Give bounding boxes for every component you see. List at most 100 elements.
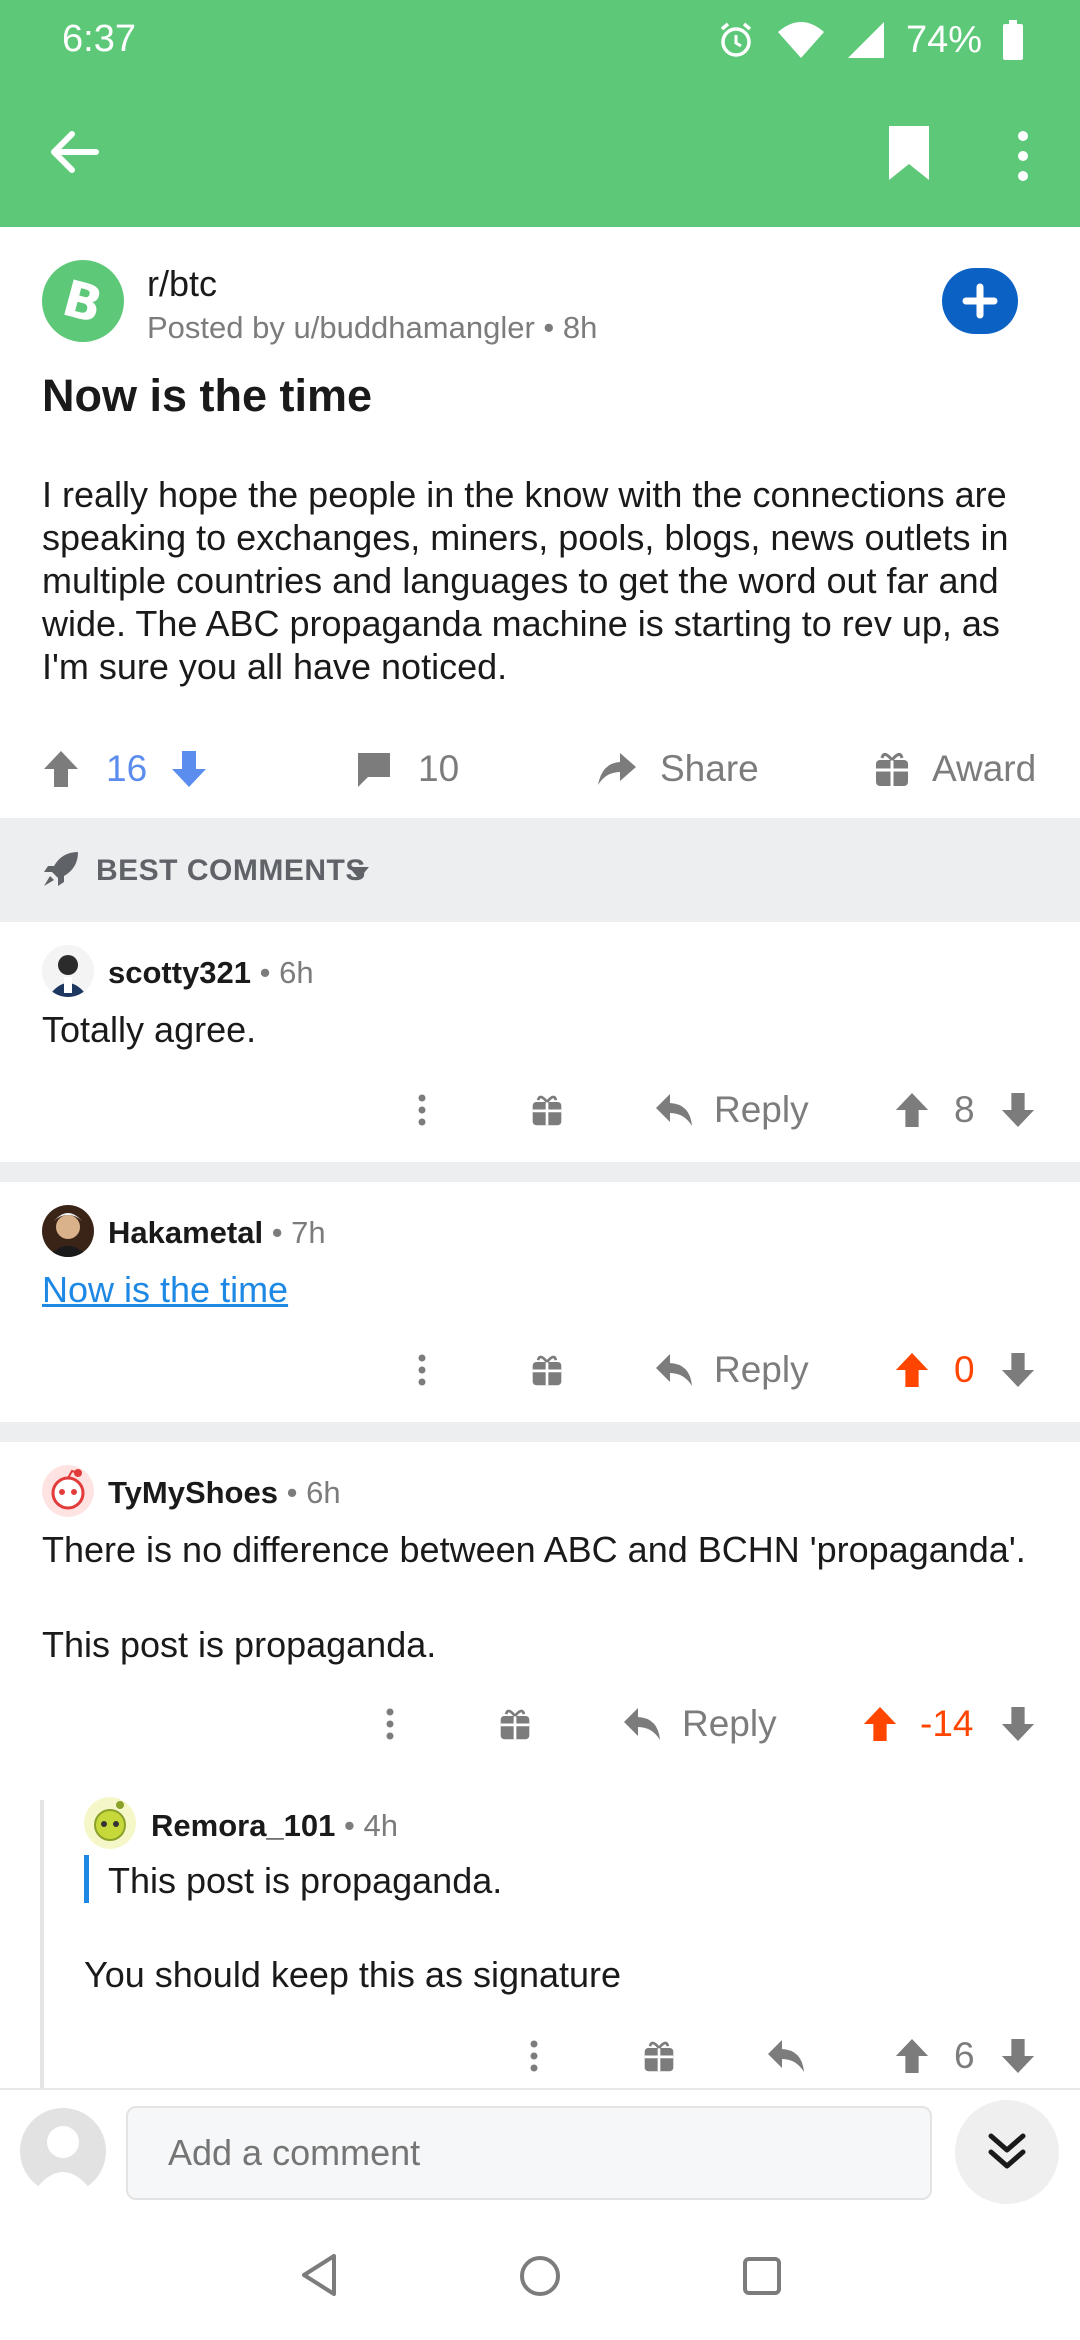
downvote-icon [172,751,206,787]
comment-more-button[interactable] [412,1342,432,1398]
comment-divider [0,1162,1080,1182]
user-avatar-icon [42,945,94,997]
comment-author[interactable]: Remora_101 • 4h [151,1808,398,1844]
reply-button[interactable] [766,2028,806,2084]
upvote-icon [863,1706,897,1742]
nav-recents-icon[interactable] [742,2256,782,2296]
avatar[interactable] [42,1205,94,1257]
comment-more-button[interactable] [524,2028,544,2084]
reply-button[interactable]: Reply [654,1082,809,1138]
svg-text:B: B [58,273,108,329]
comment-author[interactable]: TyMyShoes • 6h [108,1475,341,1511]
comment-award-button[interactable] [530,1082,564,1138]
avatar[interactable] [42,945,94,997]
battery-percent: 74% [905,18,982,61]
current-user-avatar[interactable] [20,2108,106,2194]
join-button[interactable] [942,268,1018,334]
nav-home-icon[interactable] [518,2254,562,2298]
comment-actions: Reply 8 [0,1082,1080,1138]
downvote-button[interactable] [1000,1696,1036,1752]
reply-icon [656,1094,692,1126]
chevron-down-icon [349,867,369,879]
downvote-button[interactable] [1000,2028,1036,2084]
gift-icon [532,1355,562,1386]
upvote-button[interactable] [894,1342,930,1398]
back-button[interactable] [44,122,104,182]
upvote-icon [895,1352,929,1388]
downvote-button[interactable] [1000,1082,1036,1138]
downvote-button[interactable] [1000,1342,1036,1398]
comment-count: 10 [418,748,460,789]
add-comment-input[interactable] [126,2106,932,2200]
more-vertical-icon [530,2040,538,2072]
avatar[interactable] [42,1465,94,1517]
comment-text: This post is propaganda. [42,1624,437,1665]
upvote-icon [44,751,78,787]
comment-icon [358,753,390,787]
bookmark-icon [889,126,929,180]
user-placeholder-icon [32,2126,94,2194]
comment-award-button[interactable] [530,1342,564,1398]
upvote-button[interactable] [894,1082,930,1138]
comment-more-button[interactable] [412,1082,432,1138]
upvote-button[interactable] [862,1696,898,1752]
award-button[interactable]: Award [874,740,1036,798]
upvote-button[interactable] [894,2028,930,2084]
comment-award-button[interactable] [498,1696,532,1752]
reply-button[interactable]: Reply [654,1342,809,1398]
downvote-icon [1001,2038,1035,2074]
reply-label: Reply [714,1349,809,1390]
upvote-icon [895,2038,929,2074]
more-vertical-icon [1018,131,1028,181]
share-button[interactable]: Share [596,740,759,798]
snoo-avatar-icon [42,1465,94,1517]
comment-author[interactable]: Hakametal • 7h [108,1215,326,1251]
comment-score: 8 [954,1089,975,1130]
author-name[interactable]: Hakametal [108,1215,263,1250]
reply-button[interactable]: Reply [622,1696,777,1752]
downvote-icon [1001,1092,1035,1128]
reply-label: Reply [714,1089,809,1130]
signal-icon [847,22,884,58]
comment-text: You should keep this as signature [84,1954,622,1995]
post-actions: 16 10 Share Award [0,740,1080,798]
quote-bar [84,1855,89,1903]
comment-link[interactable]: Now is the time [42,1269,288,1311]
award-label: Award [932,748,1037,789]
comment-award-button[interactable] [642,2028,676,2084]
comment-composer [0,2088,1080,2214]
comment-time: • 7h [271,1215,326,1250]
author-name[interactable]: Remora_101 [151,1808,335,1843]
comment-more-button[interactable] [380,1696,400,1752]
nav-back-icon[interactable] [298,2252,340,2298]
author-name[interactable]: TyMyShoes [108,1475,278,1510]
comment-actions: Reply -14 [0,1696,1080,1752]
downvote-button[interactable] [170,740,208,798]
wifi-icon [777,22,824,58]
share-icon [598,753,636,785]
more-vertical-icon [418,1354,426,1386]
app-header: 6:37 74% [0,0,1080,227]
upvote-button[interactable] [42,740,80,798]
more-options-button[interactable] [1008,126,1038,186]
plus-icon [962,283,998,319]
comments-button[interactable]: 10 [354,740,459,798]
author-name[interactable]: scotty321 [108,955,251,990]
comment-quote: This post is propaganda. [108,1860,503,1901]
subreddit-name[interactable]: r/btc [147,263,217,305]
share-label: Share [660,748,759,789]
rocket-icon [44,852,78,886]
alarm-icon [720,22,752,57]
subreddit-avatar[interactable]: B [42,260,124,342]
gift-icon [500,1709,530,1740]
bitcoin-cash-icon: B [58,273,108,329]
jump-down-button[interactable] [955,2100,1059,2204]
comment-sort-bar[interactable]: BEST COMMENTS [0,818,1080,922]
upvote-icon [895,1092,929,1128]
avatar[interactable] [84,1797,136,1849]
post-meta: Posted by u/buddhamangler • 8h [147,310,598,345]
comment-author[interactable]: scotty321 • 6h [108,955,314,991]
bookmark-button[interactable] [885,124,933,182]
more-vertical-icon [386,1708,394,1740]
sort-label: BEST COMMENTS [96,854,366,887]
